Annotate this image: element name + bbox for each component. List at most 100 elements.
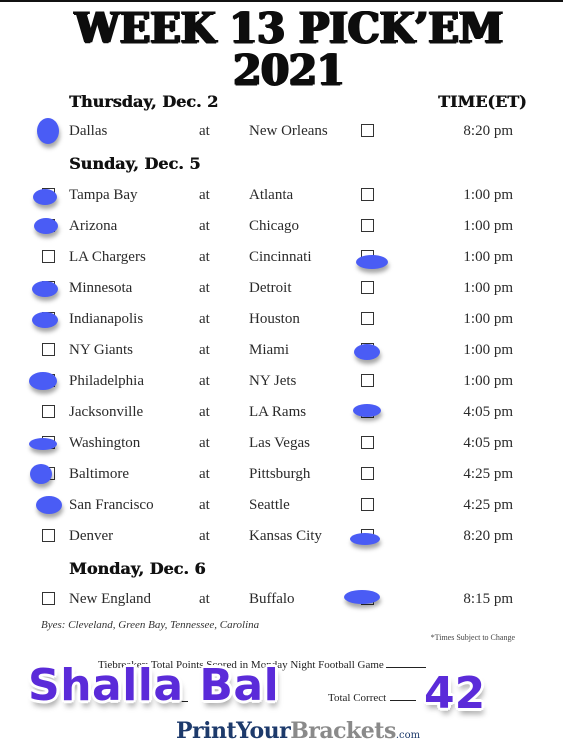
byes-note: Byes: Cleveland, Green Bay, Tennessee, C…	[41, 619, 260, 631]
away-team: Tampa Bay	[69, 187, 138, 203]
away-pick-checkbox[interactable]	[42, 405, 55, 418]
handwritten-score: 42	[424, 668, 486, 719]
away-team: NY Giants	[69, 342, 134, 358]
away-pick-mark	[34, 218, 58, 234]
page-title-year: 2021	[232, 45, 345, 96]
game-row: San Francisco at Seattle 4:25 pm	[0, 495, 577, 517]
away-pick-mark	[32, 281, 58, 297]
away-team: Indianapolis	[69, 311, 144, 327]
game-time: 1:00 pm	[463, 311, 513, 327]
away-team: Baltimore	[69, 466, 129, 482]
away-team: Dallas	[69, 123, 108, 139]
times-subject-note: *Times Subject to Change	[430, 633, 515, 642]
top-border-line	[0, 0, 563, 2]
away-team: San Francisco	[69, 497, 154, 513]
away-pick-checkbox[interactable]	[42, 343, 55, 356]
game-row: New England at Buffalo 8:15 pm	[0, 589, 577, 611]
away-pick-mark	[36, 496, 62, 514]
home-team: NY Jets	[249, 373, 297, 389]
home-pick-mark	[344, 590, 380, 604]
home-team: Buffalo	[249, 591, 295, 607]
home-team: Miami	[249, 342, 289, 358]
at-separator: at	[199, 528, 210, 544]
home-team: Las Vegas	[249, 435, 310, 451]
away-team: Jacksonville	[69, 404, 144, 420]
game-time: 4:05 pm	[463, 404, 513, 420]
home-pick-checkbox[interactable]	[361, 124, 374, 137]
game-row: Denver at Kansas City 8:20 pm	[0, 526, 577, 548]
away-pick-mark	[29, 372, 57, 390]
away-team: Denver	[69, 528, 114, 544]
home-pick-checkbox[interactable]	[361, 281, 374, 294]
at-separator: at	[199, 497, 210, 513]
away-team: Washington	[69, 435, 141, 451]
home-team: Detroit	[249, 280, 292, 296]
away-pick-mark	[33, 189, 57, 205]
at-separator: at	[199, 123, 210, 139]
home-pick-mark	[354, 344, 380, 360]
game-row: Philadelphia at NY Jets 1:00 pm	[0, 371, 577, 393]
home-pick-checkbox[interactable]	[361, 219, 374, 232]
game-row: Jacksonville at LA Rams 4:05 pm	[0, 402, 577, 424]
time-column-header: TIME(ET)	[438, 92, 527, 111]
game-time: 8:15 pm	[463, 591, 513, 607]
home-pick-checkbox[interactable]	[361, 188, 374, 201]
day-heading-monday: Monday, Dec. 6	[69, 559, 206, 578]
at-separator: at	[199, 187, 210, 203]
game-time: 1:00 pm	[463, 342, 513, 358]
away-pick-mark	[37, 118, 59, 144]
total-correct-blank[interactable]	[390, 700, 417, 701]
game-time: 1:00 pm	[463, 373, 513, 389]
game-row: LA Chargers at Cincinnati 1:00 pm	[0, 247, 577, 269]
day-heading-sunday: Sunday, Dec. 5	[69, 154, 201, 173]
at-separator: at	[199, 404, 210, 420]
at-separator: at	[199, 249, 210, 265]
game-time: 8:20 pm	[463, 528, 513, 544]
home-team: Seattle	[249, 497, 290, 513]
home-team: Chicago	[249, 218, 299, 234]
game-row: Baltimore at Pittsburgh 4:25 pm	[0, 464, 577, 486]
away-pick-checkbox[interactable]	[42, 529, 55, 542]
at-separator: at	[199, 218, 210, 234]
home-team: Kansas City	[249, 528, 322, 544]
game-row: Minnesota at Detroit 1:00 pm	[0, 278, 577, 300]
game-row: Indianapolis at Houston 1:00 pm	[0, 309, 577, 331]
game-row: Arizona at Chicago 1:00 pm	[0, 216, 577, 238]
home-pick-mark	[350, 533, 380, 545]
away-team: LA Chargers	[69, 249, 146, 265]
game-time: 4:05 pm	[463, 435, 513, 451]
home-pick-checkbox[interactable]	[361, 436, 374, 449]
away-pick-checkbox[interactable]	[42, 250, 55, 263]
day-heading-thursday: Thursday, Dec. 2	[69, 92, 219, 111]
home-team: Houston	[249, 311, 300, 327]
brand-part-printyour: PrintYour	[176, 718, 291, 744]
at-separator: at	[199, 466, 210, 482]
total-correct-label: Total Correct	[328, 692, 387, 704]
home-pick-checkbox[interactable]	[361, 498, 374, 511]
game-time: 4:25 pm	[463, 466, 513, 482]
away-pick-mark	[29, 438, 57, 450]
home-pick-checkbox[interactable]	[361, 467, 374, 480]
game-row: Tampa Bay at Atlanta 1:00 pm	[0, 185, 577, 207]
home-pick-mark	[353, 404, 381, 417]
game-row: Dallas at New Orleans 8:20 pm	[0, 118, 577, 144]
away-team: New England	[69, 591, 152, 607]
away-team: Arizona	[69, 218, 118, 234]
game-time: 4:25 pm	[463, 497, 513, 513]
tiebreaker-blank[interactable]	[385, 667, 426, 668]
at-separator: at	[199, 591, 210, 607]
brand-part-com: .com	[395, 730, 421, 741]
at-separator: at	[199, 342, 210, 358]
game-time: 8:20 pm	[463, 123, 513, 139]
at-separator: at	[199, 373, 210, 389]
home-pick-checkbox[interactable]	[361, 374, 374, 387]
away-pick-checkbox[interactable]	[42, 592, 55, 605]
total-correct-field[interactable]: Total Correct	[328, 692, 417, 704]
away-team: Philadelphia	[69, 373, 144, 389]
away-pick-mark	[30, 464, 52, 484]
home-team: Atlanta	[249, 187, 294, 203]
home-pick-checkbox[interactable]	[361, 312, 374, 325]
game-row: NY Giants at Miami 1:00 pm	[0, 340, 577, 362]
game-time: 1:00 pm	[463, 280, 513, 296]
at-separator: at	[199, 435, 210, 451]
